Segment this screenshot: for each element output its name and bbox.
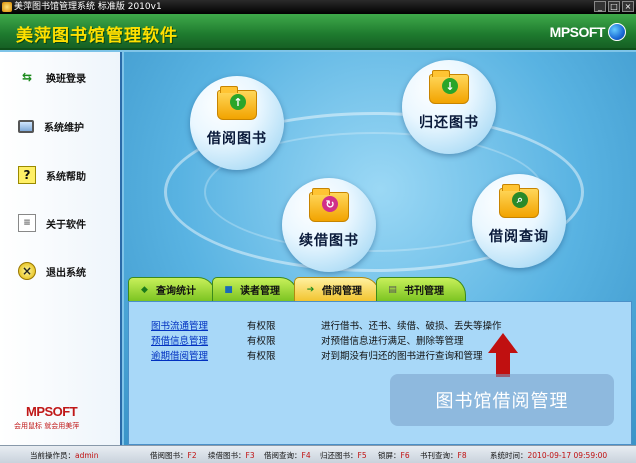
module-label: 续借图书 <box>299 233 359 249</box>
status-bar: 当前操作员：admin 借阅图书：F2 续借图书：F3 借阅查询：F4 归还图书… <box>0 445 636 463</box>
time-value: 2010-09-17 09:59:00 <box>527 451 608 460</box>
app-icon <box>2 2 12 12</box>
tab-query-statistics[interactable]: ◆ 查询统计 <box>128 277 216 301</box>
logo-text: MPSOFT <box>549 24 606 40</box>
shortcut-label: 锁屏： <box>378 451 401 460</box>
sidebar-item-label: 换班登录 <box>46 73 86 85</box>
window-title: 美萍图书馆管理系统 标准版 2010v1 <box>14 2 162 12</box>
sidebar-item-label: 系统帮助 <box>46 171 86 183</box>
search-icon: ⌕ <box>512 192 528 208</box>
function-link-reservation[interactable]: 预借信息管理 <box>151 333 247 347</box>
document-icon: ≡ <box>18 214 36 232</box>
shortcut-borrow: 借阅图书：F2 <box>150 450 197 461</box>
callout-label: 图书馆借阅管理 <box>390 374 614 426</box>
window-controls: _ □ × <box>594 1 634 13</box>
mpsoft-logo: MPSOFT <box>550 21 626 43</box>
sidebar-item-system-maintenance[interactable]: 系统维护 <box>18 114 118 138</box>
app-header: 美萍图书馆管理软件 MPSOFT <box>0 14 636 50</box>
shortcut-renew: 续借图书：F3 <box>208 450 255 461</box>
function-link-circulation[interactable]: 图书流通管理 <box>151 318 247 332</box>
help-icon: ? <box>18 166 36 184</box>
system-time: 系统时间：2010-09-17 09:59:00 <box>490 450 607 461</box>
tab-bar: ◆ 查询统计 ■ 读者管理 ➔ 借阅管理 ▤ 书刊管理 <box>128 277 636 302</box>
permission-text: 有权限 <box>247 351 276 362</box>
tab-label: 书刊管理 <box>404 286 444 297</box>
tab-borrow-management[interactable]: ➔ 借阅管理 <box>294 277 380 301</box>
brand-logo: MPSOFT <box>26 404 78 419</box>
shortcut-key: F6 <box>400 451 410 460</box>
tab-label: 查询统计 <box>156 286 196 297</box>
close-button[interactable]: × <box>622 1 634 12</box>
tab-book-management[interactable]: ▤ 书刊管理 <box>376 277 466 301</box>
exit-icon: × <box>18 262 36 280</box>
module-label: 归还图书 <box>419 115 479 131</box>
sidebar: ⇆ 换班登录 系统维护 ? 系统帮助 ≡ 关于软件 × 退出系统 MPSOFT … <box>0 52 122 445</box>
down-arrow-icon: ↓ <box>442 78 458 94</box>
book-icon: ▤ <box>388 284 397 295</box>
module-label: 借阅查询 <box>489 229 549 245</box>
monitor-icon <box>18 119 34 133</box>
up-arrow-annotation-icon <box>488 333 518 377</box>
shortcut-key: F5 <box>357 451 367 460</box>
sidebar-item-label: 退出系统 <box>46 267 86 279</box>
reader-icon: ■ <box>224 284 233 295</box>
permission-text: 有权限 <box>247 321 276 332</box>
module-renew-books[interactable]: ↻ 续借图书 <box>282 178 376 272</box>
tab-reader-management[interactable]: ■ 读者管理 <box>212 277 298 301</box>
operator-status: 当前操作员：admin <box>30 450 99 461</box>
shortcut-label: 借阅查询： <box>264 451 302 460</box>
query-icon: ◆ <box>141 284 148 295</box>
module-borrow-query[interactable]: ⌕ 借阅查询 <box>472 174 566 268</box>
list-item: 图书流通管理 有权限 进行借书、还书、续借、破损、丢失等操作 <box>151 318 502 332</box>
maximize-button[interactable]: □ <box>608 1 620 12</box>
list-item: 预借信息管理 有权限 对预借信息进行满足、删除等管理 <box>151 333 464 347</box>
shortcut-return: 归还图书：F5 <box>320 450 367 461</box>
brand-slogan: 会用鼠标 就会用美萍 <box>14 422 80 430</box>
tab-label: 读者管理 <box>240 286 280 297</box>
tab-label: 借阅管理 <box>322 286 362 297</box>
shortcut-query: 借阅查询：F4 <box>264 450 311 461</box>
sidebar-item-about[interactable]: ≡ 关于软件 <box>18 211 118 235</box>
shortcut-label: 书刊查询： <box>420 451 458 460</box>
shortcut-label: 归还图书： <box>320 451 358 460</box>
sidebar-item-label: 系统维护 <box>44 122 84 134</box>
function-description: 进行借书、还书、续借、破损、丢失等操作 <box>321 321 502 332</box>
arrow-head <box>488 333 518 353</box>
shortcut-book-query: 书刊查询：F8 <box>420 450 467 461</box>
renew-icon: ↻ <box>322 196 338 212</box>
permission-text: 有权限 <box>247 336 276 347</box>
shortcut-label: 借阅图书： <box>150 451 188 460</box>
shortcut-key: F4 <box>301 451 311 460</box>
sidebar-item-system-help[interactable]: ? 系统帮助 <box>18 163 118 187</box>
switch-user-icon: ⇆ <box>21 70 33 84</box>
operator-label: 当前操作员： <box>30 451 75 460</box>
shortcut-lock: 锁屏：F6 <box>378 450 410 461</box>
app-title: 美萍图书馆管理软件 <box>16 26 178 46</box>
operator-name: admin <box>75 451 99 460</box>
sidebar-item-switch-login[interactable]: ⇆ 换班登录 <box>18 65 118 89</box>
up-arrow-icon: ↑ <box>230 94 246 110</box>
shortcut-label: 续借图书： <box>208 451 246 460</box>
sidebar-item-label: 关于软件 <box>46 219 86 231</box>
arrow-right-icon: ➔ <box>306 284 315 295</box>
module-return-books[interactable]: ↓ 归还图书 <box>402 60 496 154</box>
window-title-bar: 美萍图书馆管理系统 标准版 2010v1 _ □ × <box>0 0 636 14</box>
shortcut-key: F8 <box>457 451 467 460</box>
minimize-button[interactable]: _ <box>594 1 606 12</box>
shortcut-key: F2 <box>187 451 197 460</box>
logo-globe-icon <box>608 23 626 41</box>
time-label: 系统时间： <box>490 451 528 460</box>
shortcut-key: F3 <box>245 451 255 460</box>
list-item: 逾期借阅管理 有权限 对到期没有归还的图书进行查询和管理 <box>151 348 483 362</box>
function-description: 对预借信息进行满足、删除等管理 <box>321 336 464 347</box>
function-description: 对到期没有归还的图书进行查询和管理 <box>321 351 483 362</box>
module-label: 借阅图书 <box>207 131 267 147</box>
sidebar-item-exit[interactable]: × 退出系统 <box>18 259 118 283</box>
module-borrow-books[interactable]: ↑ 借阅图书 <box>190 76 284 170</box>
function-link-overdue[interactable]: 逾期借阅管理 <box>151 348 247 362</box>
